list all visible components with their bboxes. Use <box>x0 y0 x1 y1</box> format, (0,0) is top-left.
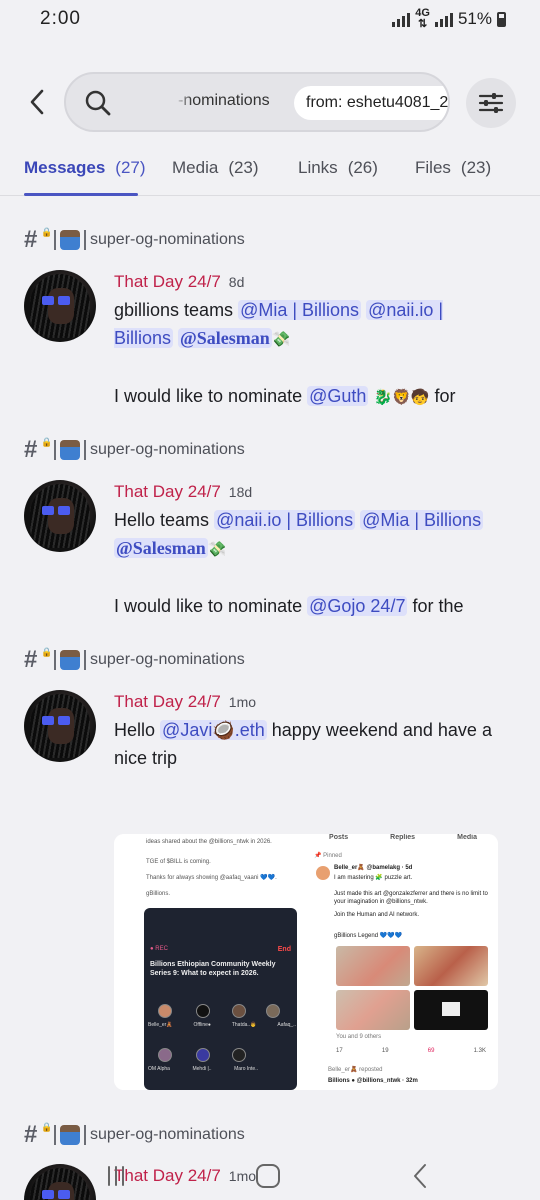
channel-name: super-og-nominations <box>90 1126 245 1143</box>
tab-files[interactable]: Files (23) <box>415 158 491 178</box>
person-emoji-icon <box>60 440 80 460</box>
avatar[interactable] <box>24 480 96 552</box>
channel-header[interactable]: # 🔒 super-og-nominations <box>24 1121 245 1148</box>
attachment-image-2[interactable]: Posts Replies Media 📌 Pinned Belle_er🧸 @… <box>308 834 498 1090</box>
filter-sliders-icon[interactable] <box>466 78 516 128</box>
channel-name: super-og-nominations <box>90 231 245 248</box>
message-author[interactable]: That Day 24/7 18d <box>114 482 252 502</box>
back-icon[interactable] <box>400 1160 440 1192</box>
channel-header[interactable]: # 🔒 super-og-nominations <box>24 226 245 253</box>
signal-icon-2 <box>434 12 453 27</box>
chip-fade <box>174 84 192 120</box>
user-mention[interactable]: @Mia | Billions <box>360 510 484 530</box>
search-chip-from[interactable]: from: eshetu4081_25715 <box>294 86 448 120</box>
hash-lock-icon: # 🔒 <box>24 1121 53 1148</box>
user-mention[interactable]: @Mia | Billions <box>238 300 362 320</box>
search-icon <box>84 89 112 122</box>
channel-header[interactable]: # 🔒 super-og-nominations <box>24 646 245 673</box>
message-body: Hello teams @naii.io | Billions @Mia | B… <box>114 510 484 616</box>
person-emoji-icon <box>60 230 80 250</box>
signal-icon <box>392 12 411 27</box>
channel-name: super-og-nominations <box>90 651 245 668</box>
emoji-group-icon: 🐉🦁🧒 <box>373 389 430 406</box>
person-emoji-icon <box>60 650 80 670</box>
result-tabs: Messages (27) Media (23) Links (26) Files (2… <box>0 150 540 196</box>
network-type: 4G ⇅ <box>415 7 430 30</box>
user-mention[interactable]: @naii.io | Billions <box>214 510 356 530</box>
channel-header[interactable]: # 🔒 super-og-nominations <box>24 436 245 463</box>
user-mention[interactable]: @Gojo 24/7 <box>307 596 408 616</box>
user-mention[interactable]: @Salesman <box>114 538 208 558</box>
tab-links[interactable]: Links (26) <box>298 158 378 178</box>
avatar[interactable] <box>24 270 96 342</box>
hash-lock-icon: # 🔒 <box>24 646 53 673</box>
search-input[interactable]: -nominations from: eshetu4081_25715 <box>64 72 450 132</box>
message-body: gbillions teams @Mia | Billions @naii.io… <box>114 296 504 412</box>
tab-media[interactable]: Media (23) <box>172 158 259 178</box>
person-emoji-icon <box>60 1125 80 1145</box>
image-attachment[interactable]: ideas shared about the @billions_ntwk in… <box>114 834 498 1090</box>
message-body: Hello @Javi🥥.eth happy weekend and have … <box>114 720 492 768</box>
user-mention[interactable]: @Guth <box>307 386 369 406</box>
message-time: 18d <box>228 484 253 500</box>
message-time: 8d <box>228 274 245 290</box>
user-mention[interactable]: @Salesman <box>178 328 272 348</box>
status-time: 2:00 <box>40 8 81 29</box>
battery-icon <box>497 11 506 27</box>
money-emoji-icon: 💸 <box>207 541 227 558</box>
user-mention[interactable]: @Javi🥥.eth <box>160 720 267 740</box>
space-card: ● REC End Billions Ethiopian Community W… <box>144 908 297 1090</box>
avatar[interactable] <box>24 690 96 762</box>
battery-percent: 51% <box>457 9 492 28</box>
search-header: -nominations from: eshetu4081_25715 <box>0 72 540 132</box>
attachment-image-1[interactable]: ideas shared about the @billions_ntwk in… <box>114 834 306 1090</box>
home-icon[interactable] <box>248 1160 288 1192</box>
message-author[interactable]: That Day 24/7 8d <box>114 272 244 292</box>
active-tab-indicator <box>24 193 138 196</box>
recent-apps-icon[interactable] <box>96 1160 136 1192</box>
channel-name: super-og-nominations <box>90 441 245 458</box>
hash-lock-icon: # 🔒 <box>24 436 53 463</box>
money-emoji-icon: 💸 <box>271 331 291 348</box>
status-indicators: 4G ⇅ 51% <box>392 8 506 30</box>
back-arrow-icon[interactable] <box>22 84 52 120</box>
status-bar: 2:00 4G ⇅ 51% <box>0 0 540 40</box>
message-time: 1mo <box>228 694 257 710</box>
hash-lock-icon: # 🔒 <box>24 226 53 253</box>
tab-messages[interactable]: Messages (27) <box>24 158 146 178</box>
system-nav-bar <box>0 1152 540 1200</box>
message-author[interactable]: That Day 24/7 1mo <box>114 692 256 712</box>
